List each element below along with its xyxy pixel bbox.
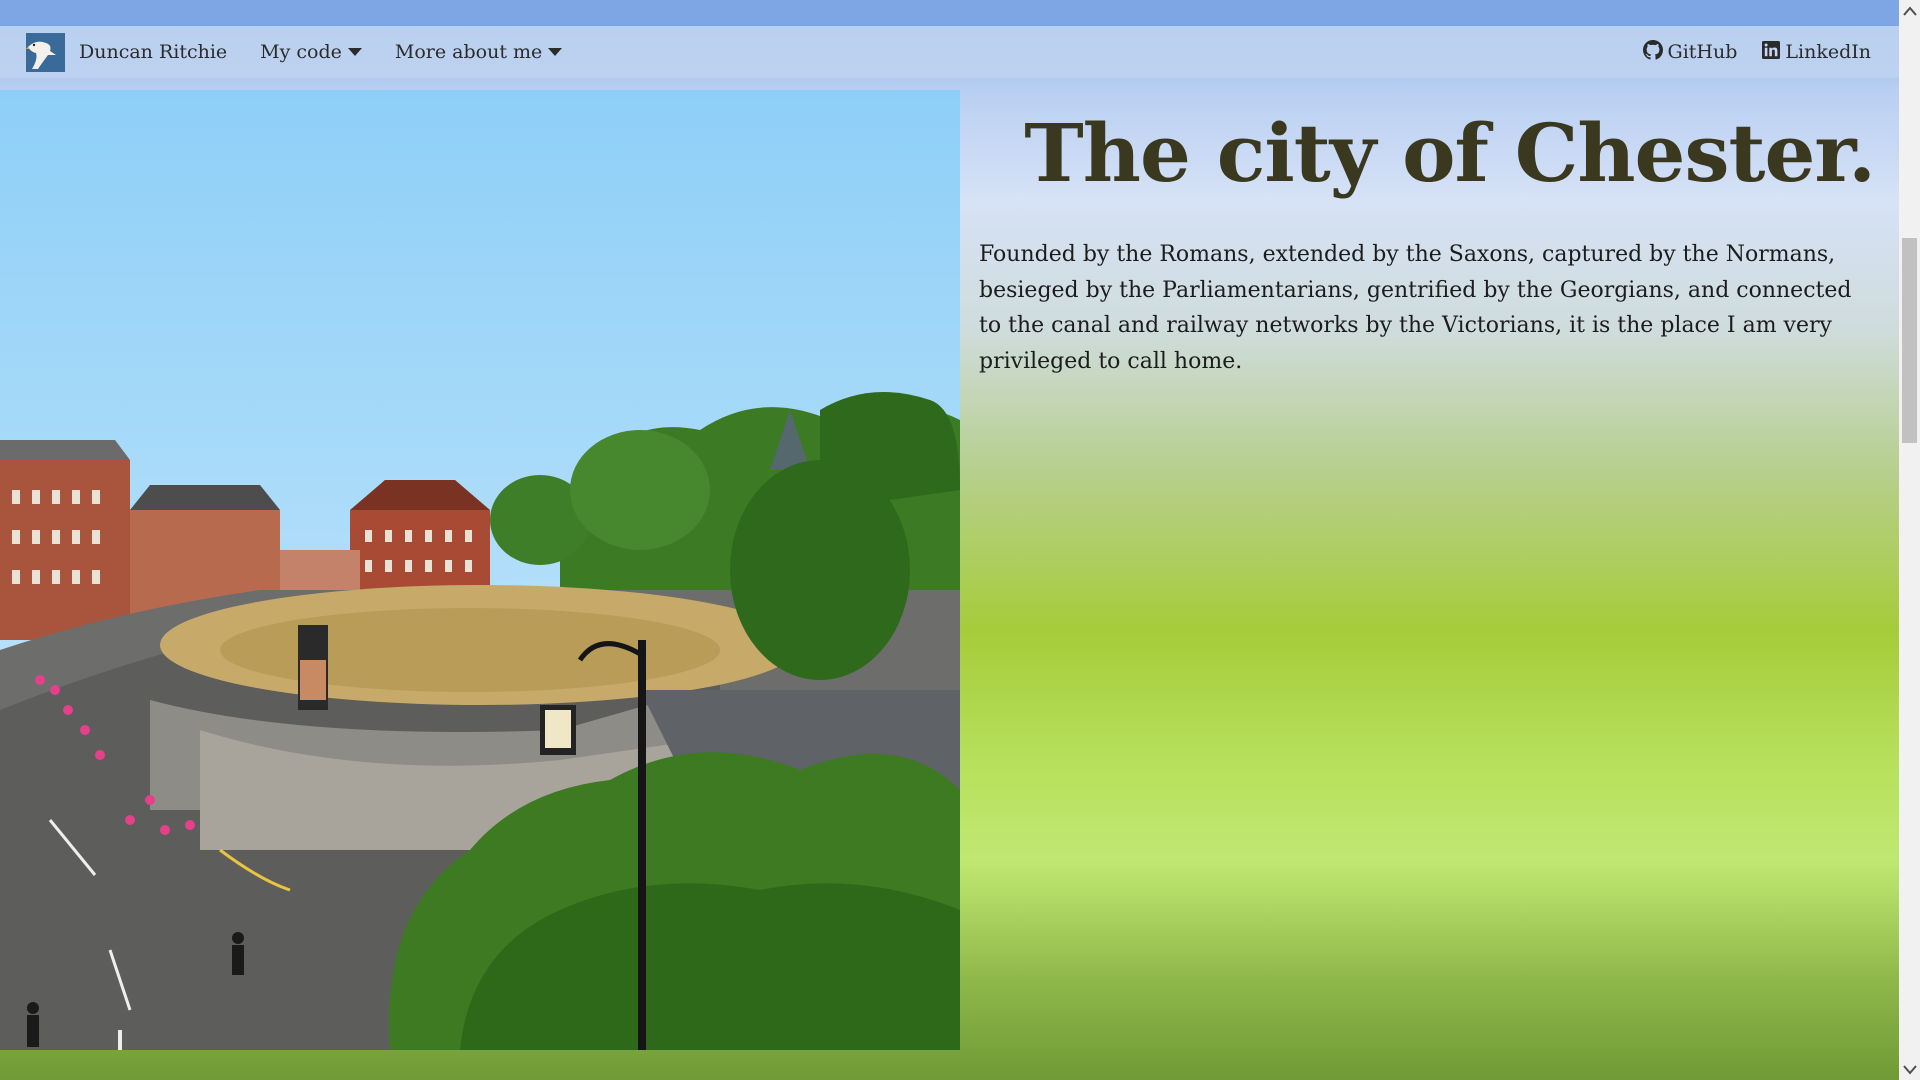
caret-down-icon bbox=[548, 48, 563, 56]
brand-name: Duncan Ritchie bbox=[79, 41, 228, 63]
eagle-logo-icon bbox=[26, 32, 65, 72]
linkedin-icon bbox=[1762, 40, 1781, 64]
caret-down-icon bbox=[347, 48, 362, 56]
page-title: The city of Chester. bbox=[1024, 106, 1876, 200]
chester-photo bbox=[0, 90, 960, 1050]
scroll-thumb[interactable] bbox=[1902, 238, 1917, 443]
my-code-dropdown[interactable]: My code bbox=[260, 41, 362, 63]
github-link[interactable]: GitHub bbox=[1642, 39, 1738, 65]
linkedin-label: LinkedIn bbox=[1785, 41, 1871, 63]
github-icon bbox=[1642, 39, 1663, 65]
linkedin-link[interactable]: LinkedIn bbox=[1762, 40, 1871, 64]
intro-paragraph: Founded by the Romans, extended by the S… bbox=[979, 242, 1852, 374]
scroll-down-icon[interactable] bbox=[1899, 1059, 1920, 1080]
top-strip bbox=[0, 0, 1899, 26]
brand-link[interactable]: Duncan Ritchie bbox=[26, 32, 228, 72]
my-code-label: My code bbox=[260, 41, 342, 63]
scrollbar[interactable] bbox=[1899, 0, 1920, 1080]
navbar: Duncan Ritchie My code More about me Git… bbox=[0, 26, 1899, 78]
more-about-me-label: More about me bbox=[394, 41, 543, 63]
github-label: GitHub bbox=[1667, 41, 1738, 63]
scroll-up-icon[interactable] bbox=[1899, 0, 1920, 21]
nav-right: GitHub LinkedIn bbox=[1618, 39, 1871, 65]
more-about-me-dropdown[interactable]: More about me bbox=[394, 41, 563, 63]
